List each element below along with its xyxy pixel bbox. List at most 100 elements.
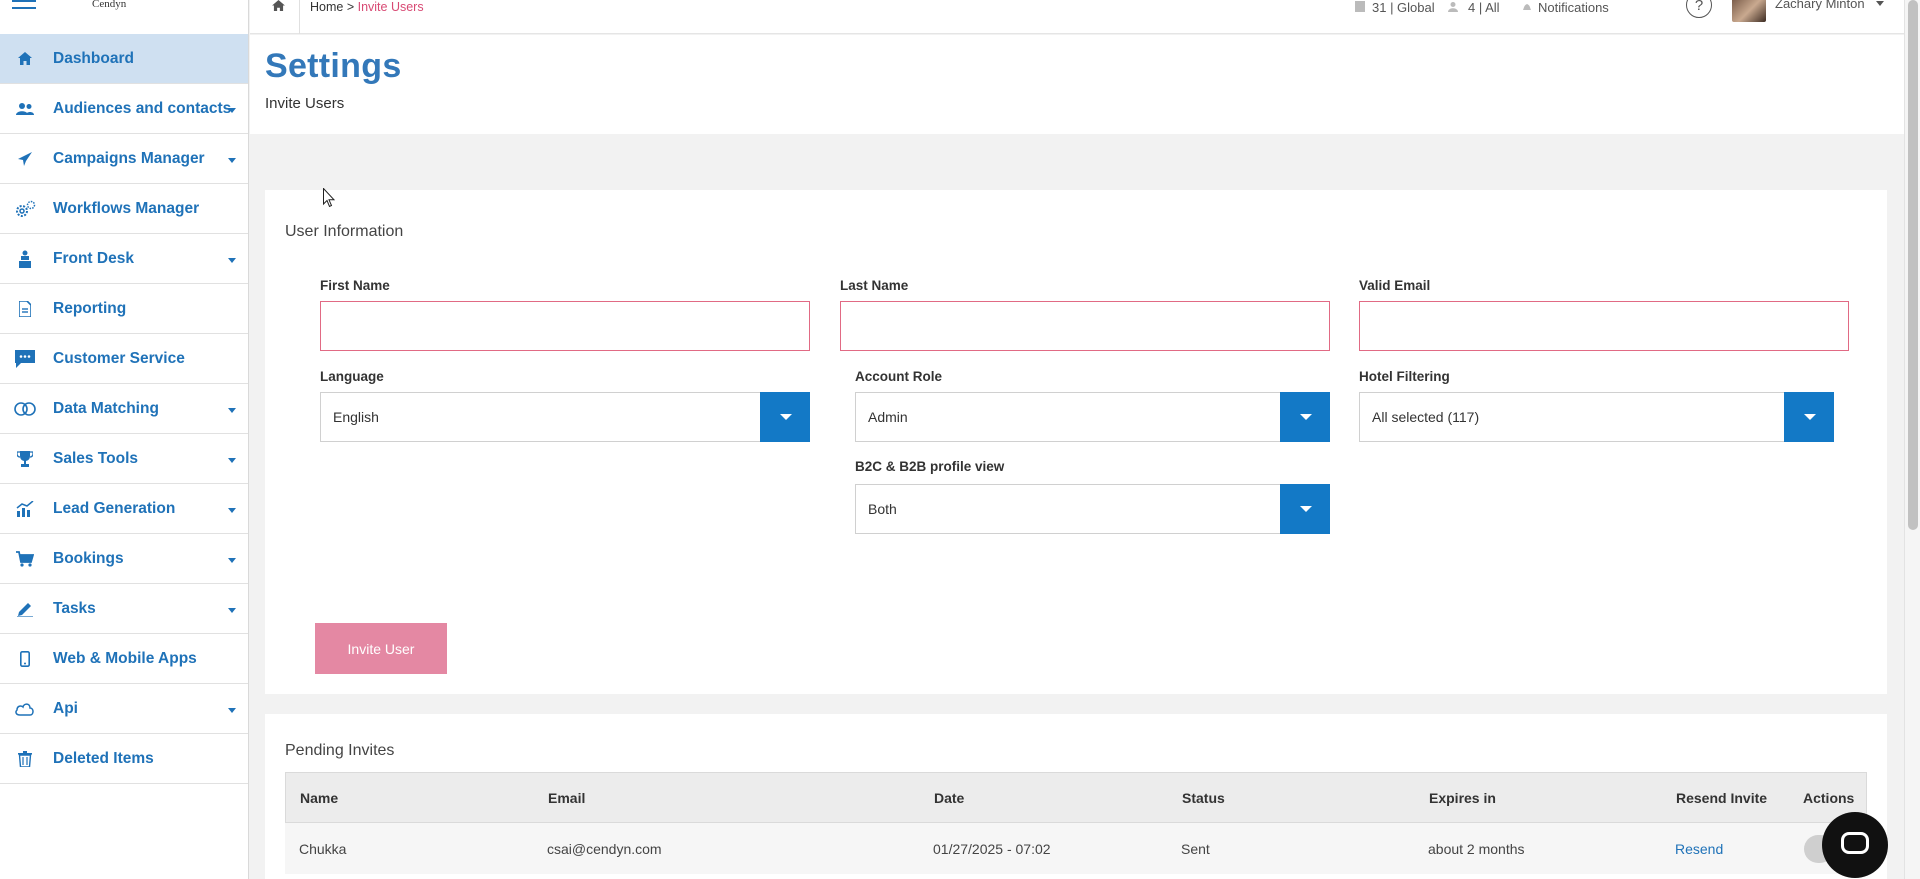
hamburger-menu-icon[interactable] [12,0,36,14]
document-icon [14,300,36,318]
user-name[interactable]: Zachary Minton [1775,0,1865,11]
sidebar-item-label: Reporting [53,299,127,317]
cell-expires: about 2 months [1428,840,1525,857]
sidebar-item-label: Sales Tools [53,449,138,467]
sidebar-item-campaigns[interactable]: Campaigns Manager [0,134,248,184]
mobile-icon [14,650,36,668]
page-header: Settings Invite Users [250,35,1904,134]
profile-view-select[interactable]: Both [855,484,1330,534]
sidebar-item-label: Deleted Items [53,749,154,767]
invite-user-button[interactable]: Invite User [315,623,447,674]
sidebar-item-label: Customer Service [53,349,185,367]
pending-invites-card: Pending Invites Name Email Date Status E… [265,714,1887,879]
sidebar-item-tasks[interactable]: Tasks [0,584,248,634]
resend-link[interactable]: Resend [1675,841,1723,857]
cell-status: Sent [1181,840,1210,857]
chat-launcher-button[interactable] [1822,812,1888,878]
chart-growth-icon [14,500,36,518]
sidebar-item-deleted-items[interactable]: Deleted Items [0,734,248,784]
sidebar-item-label: Tasks [53,599,96,617]
chevron-down-icon [228,157,236,163]
users-icon [14,100,36,118]
language-label: Language [320,369,384,384]
home-breadcrumb-icon[interactable] [272,0,286,12]
language-select[interactable]: English [320,392,810,442]
gears-icon [14,200,36,218]
home-icon [14,50,36,68]
hotels-selector[interactable]: 31 | Global [1354,0,1435,15]
cart-icon [14,550,36,568]
chevron-down-icon [228,557,236,563]
chevron-down-icon [228,257,236,263]
profile-view-label: B2C & B2B profile view [855,459,1005,474]
dropdown-caret-icon[interactable] [760,392,810,442]
sidebar-header: Cendyn [0,0,248,34]
sidebar-item-data-matching[interactable]: Data Matching [0,384,248,434]
chevron-down-icon[interactable] [1876,1,1884,6]
email-label: Valid Email [1359,278,1431,293]
hotel-filtering-select[interactable]: All selected (117) [1359,392,1834,442]
sidebar-item-customer-service[interactable]: Customer Service [0,334,248,384]
profile-view-value: Both [868,501,897,517]
column-header[interactable]: Status [1182,790,1225,806]
dropdown-caret-icon[interactable] [1280,484,1330,534]
sidebar-item-reporting[interactable]: Reporting [0,284,248,334]
breadcrumb-current: Invite Users [357,0,424,14]
cell-email: csai@cendyn.com [547,840,662,857]
sidebar-item-front-desk[interactable]: Front Desk [0,234,248,284]
sidebar-item-workflows[interactable]: Workflows Manager [0,184,248,234]
sidebar-item-label: Data Matching [53,399,159,417]
scrollbar-thumb[interactable] [1908,0,1918,530]
column-header[interactable]: Email [548,790,585,806]
chevron-down-icon [228,457,236,463]
sidebar-item-api[interactable]: Api [0,684,248,734]
first-name-label: First Name [320,278,390,293]
dropdown-caret-icon[interactable] [1784,392,1834,442]
help-icon[interactable]: ? [1686,0,1712,18]
column-header[interactable]: Name [300,790,338,806]
sidebar: Cendyn Dashboard Audiences and contacts … [0,0,249,879]
sidebar-item-web-mobile[interactable]: Web & Mobile Apps [0,634,248,684]
vertical-scrollbar[interactable] [1904,0,1920,879]
page-subtitle: Invite Users [265,95,345,112]
rings-icon [14,400,36,418]
page-title: Settings [265,47,402,85]
hotel-filtering-value: All selected (117) [1372,409,1480,425]
column-header[interactable]: Expires in [1429,790,1496,806]
section-title: Pending Invites [285,742,395,759]
sidebar-item-dashboard[interactable]: Dashboard [0,34,248,84]
dropdown-caret-icon[interactable] [1280,392,1330,442]
mouse-cursor-icon [323,188,335,208]
sidebar-item-sales-tools[interactable]: Sales Tools [0,434,248,484]
paper-plane-icon [14,150,36,168]
chevron-down-icon [228,407,236,413]
sidebar-item-label: Web & Mobile Apps [53,649,197,667]
last-name-input[interactable] [840,301,1330,351]
sidebar-item-lead-generation[interactable]: Lead Generation [0,484,248,534]
sidebar-item-label: Bookings [53,549,124,567]
account-role-select[interactable]: Admin [855,392,1330,442]
bellhop-icon [14,250,36,268]
first-name-input[interactable] [320,301,810,351]
trophy-icon [14,450,36,468]
breadcrumb-home[interactable]: Home [310,0,343,14]
email-input[interactable] [1359,301,1849,351]
section-title: User Information [285,223,404,240]
sidebar-item-audiences[interactable]: Audiences and contacts [0,84,248,134]
users-count: 4 | All [1468,0,1500,15]
notifications-button[interactable]: Notifications [1522,0,1609,15]
sidebar-item-label: Campaigns Manager [53,149,205,167]
avatar[interactable] [1732,0,1766,22]
users-selector[interactable]: 4 | All [1448,0,1500,15]
column-header[interactable]: Date [934,790,964,806]
hotel-filtering-label: Hotel Filtering [1359,369,1450,384]
sidebar-item-label: Workflows Manager [53,199,200,217]
building-icon [1354,0,1366,15]
chat-icon [14,349,36,368]
sidebar-item-bookings[interactable]: Bookings [0,534,248,584]
breadcrumb-separator: > [343,0,358,14]
column-header: Resend Invite [1676,789,1768,806]
last-name-label: Last Name [840,278,909,293]
table-row: Chukka csai@cendyn.com 01/27/2025 - 07:0… [285,823,1867,874]
breadcrumb: Home > Invite Users [310,0,424,14]
